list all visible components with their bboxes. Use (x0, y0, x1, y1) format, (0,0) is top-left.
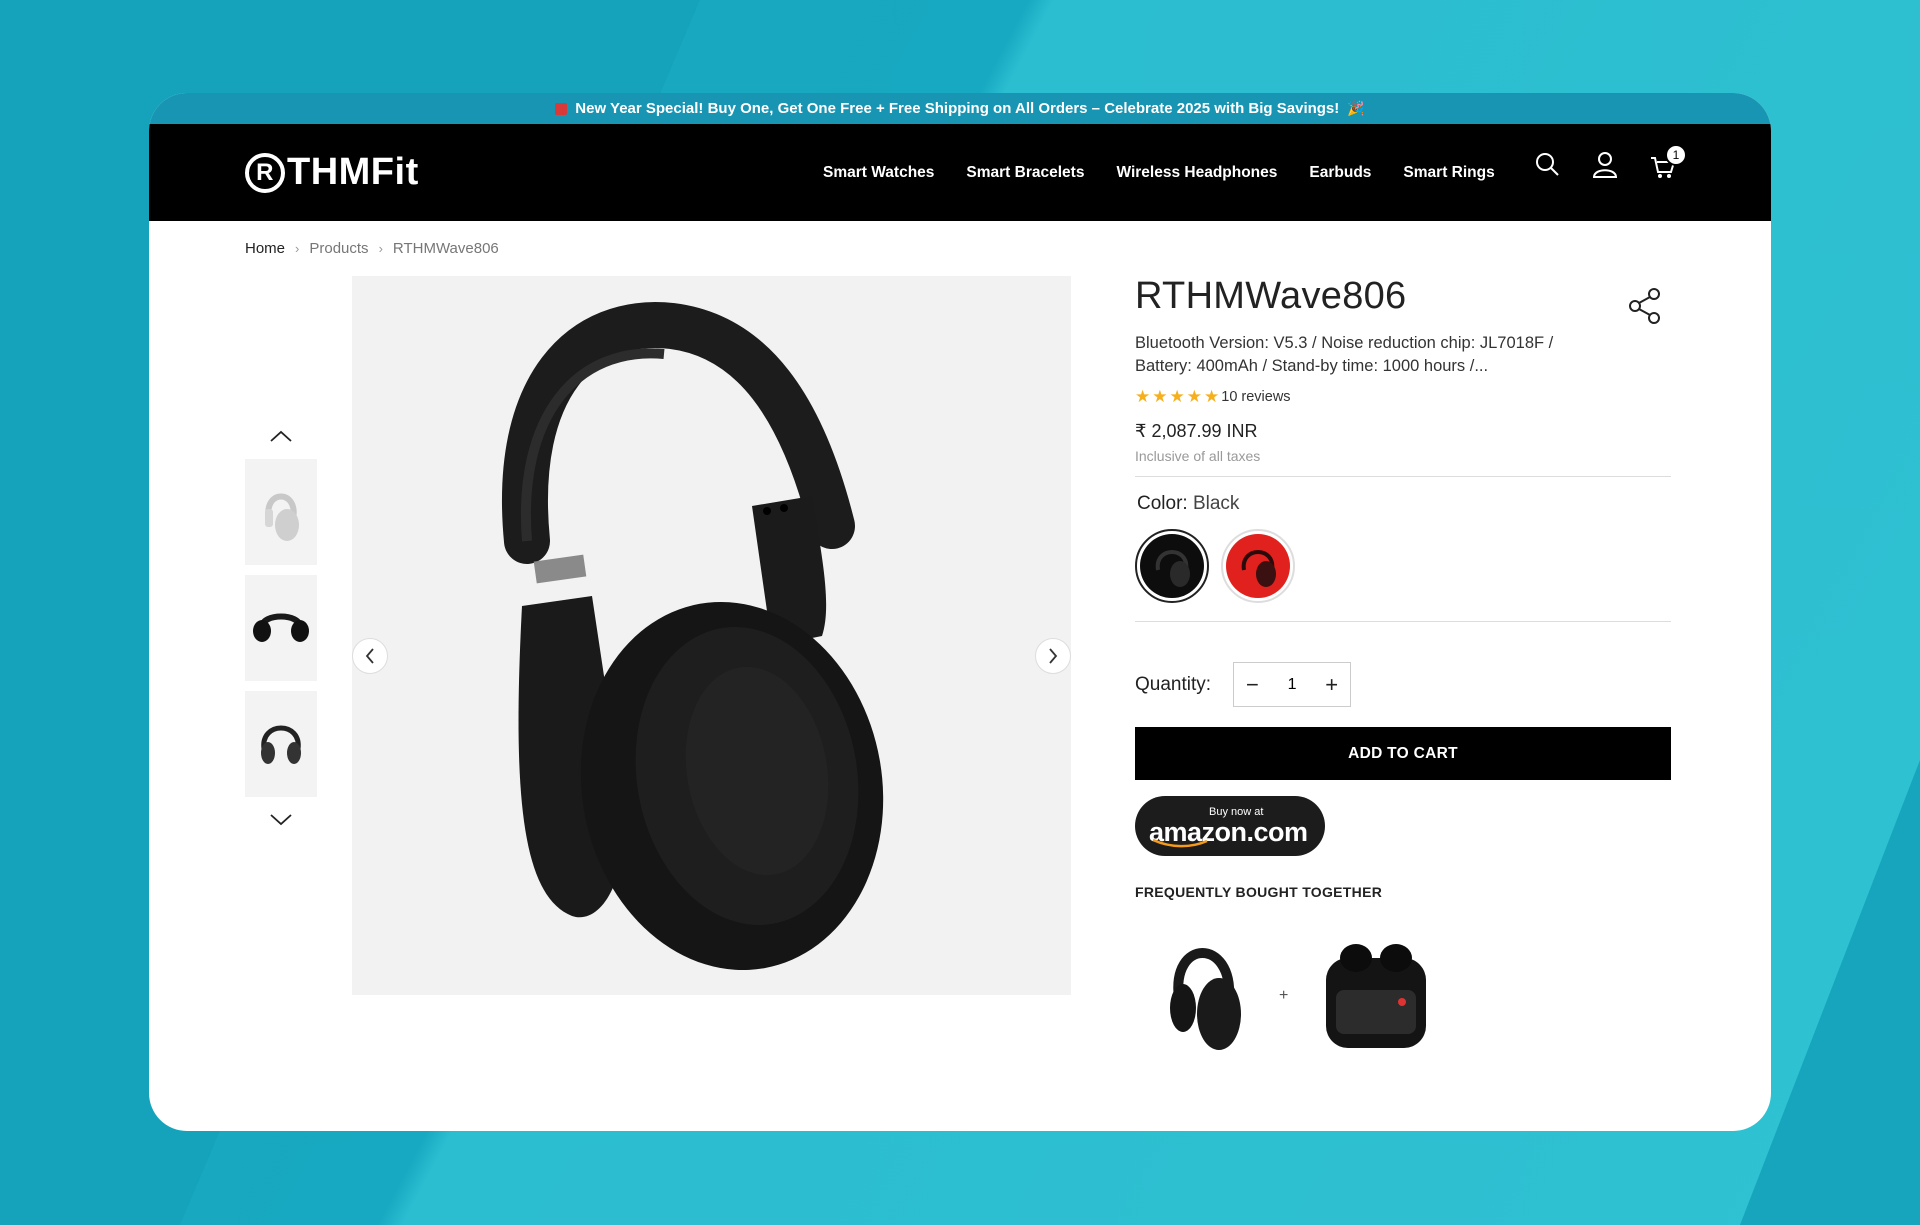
thumb-down-button[interactable] (245, 807, 317, 833)
headphones-image (502, 302, 884, 971)
account-icon[interactable] (1592, 150, 1618, 180)
announcement-text: New Year Special! Buy One, Get One Free … (575, 100, 1340, 117)
fbt-earbuds-image[interactable] (1316, 928, 1436, 1063)
minus-icon[interactable]: − (1246, 672, 1259, 698)
product-description: Bluetooth Version: V5.3 / Noise reductio… (1135, 334, 1554, 375)
logo-mark: R (245, 152, 285, 193)
logo-text: THMFit (287, 151, 419, 193)
breadcrumb-home[interactable]: Home (245, 240, 285, 257)
swatch-black[interactable] (1135, 529, 1209, 603)
divider (1135, 621, 1671, 622)
breadcrumb-products[interactable]: Products (309, 240, 368, 257)
announcement-bar: New Year Special! Buy One, Get One Free … (149, 93, 1771, 124)
quantity-value[interactable]: 1 (1288, 676, 1297, 694)
divider (1135, 476, 1671, 477)
star-icon: ★ (1204, 387, 1220, 406)
fbt-items: + (1135, 928, 1671, 1063)
breadcrumb-current: RTHMWave806 (392, 240, 499, 257)
star-icon: ★ (1135, 387, 1151, 406)
thumbnail-3[interactable] (245, 691, 317, 797)
fbt-headphones-image[interactable] (1161, 928, 1251, 1063)
nav-wireless-headphones[interactable]: Wireless Headphones (1116, 164, 1277, 182)
header-icons: 1 (1534, 144, 1687, 180)
swatch-red[interactable] (1221, 529, 1295, 603)
fbt-plus: + (1279, 986, 1289, 1004)
breadcrumb: Home › Products › RTHMWave806 (245, 240, 499, 257)
thumb-up-button[interactable] (245, 423, 317, 449)
prev-image-button[interactable] (352, 638, 388, 674)
star-icon: ★ (1152, 387, 1168, 406)
nav-smart-bracelets[interactable]: Smart Bracelets (966, 164, 1084, 182)
next-image-button[interactable] (1035, 638, 1071, 674)
cart-icon[interactable]: 1 (1650, 144, 1687, 180)
product-title: RTHMWave806 (1135, 275, 1407, 317)
main-nav: Smart Watches Smart Bracelets Wireless H… (823, 124, 1495, 221)
chevron-right-icon: › (295, 241, 300, 256)
red-headphones-swatch-image (1226, 534, 1290, 598)
plus-icon[interactable]: + (1325, 672, 1338, 698)
color-label: Color: (1137, 493, 1188, 514)
product-rating[interactable]: ★ ★ ★ ★ ★ 10 reviews (1135, 388, 1671, 405)
nav-smart-watches[interactable]: Smart Watches (823, 164, 934, 182)
color-value: Black (1192, 493, 1240, 514)
thumbnail-2[interactable] (245, 575, 317, 681)
chevron-right-icon: › (378, 241, 383, 256)
tax-note: Inclusive of all taxes (1135, 448, 1261, 464)
add-to-cart-button[interactable]: ADD TO CART (1135, 727, 1671, 780)
amazon-buy-button[interactable]: Buy now at amazon.com (1135, 796, 1325, 856)
reviews-count: 10 reviews (1221, 388, 1291, 405)
cart-count-badge: 1 (1665, 144, 1687, 166)
product-price: ₹ 2,087.99 INR (1135, 421, 1258, 441)
page-card: New Year Special! Buy One, Get One Free … (149, 93, 1771, 1131)
thumbnail-strip (245, 423, 317, 833)
quantity-stepper: − 1 + (1233, 662, 1352, 707)
thumbnail-1[interactable] (245, 459, 317, 565)
product-info: RTHMWave806 Bluetooth Version: V5.3 / No… (1135, 275, 1671, 1063)
logo[interactable]: R THMFit (245, 151, 419, 194)
flag-icon (555, 102, 568, 115)
quantity-row: Quantity: − 1 + (1135, 662, 1671, 707)
nav-smart-rings[interactable]: Smart Rings (1403, 164, 1494, 182)
star-icon: ★ (1169, 387, 1185, 406)
site-header: R THMFit Smart Watches Smart Bracelets W… (149, 124, 1771, 221)
amazon-smile-icon (1152, 838, 1208, 848)
color-label-row: Color: Black (1135, 493, 1671, 515)
party-icon: 🎉 (1347, 100, 1365, 116)
fbt-title: FREQUENTLY BOUGHT TOGETHER (1135, 884, 1383, 900)
search-icon[interactable] (1534, 150, 1560, 180)
nav-earbuds[interactable]: Earbuds (1309, 164, 1371, 182)
star-icon: ★ (1186, 387, 1202, 406)
color-swatches (1135, 529, 1671, 603)
quantity-label: Quantity: (1135, 673, 1212, 695)
black-headphones-swatch-image (1140, 534, 1204, 598)
main-product-image[interactable] (352, 276, 1071, 995)
